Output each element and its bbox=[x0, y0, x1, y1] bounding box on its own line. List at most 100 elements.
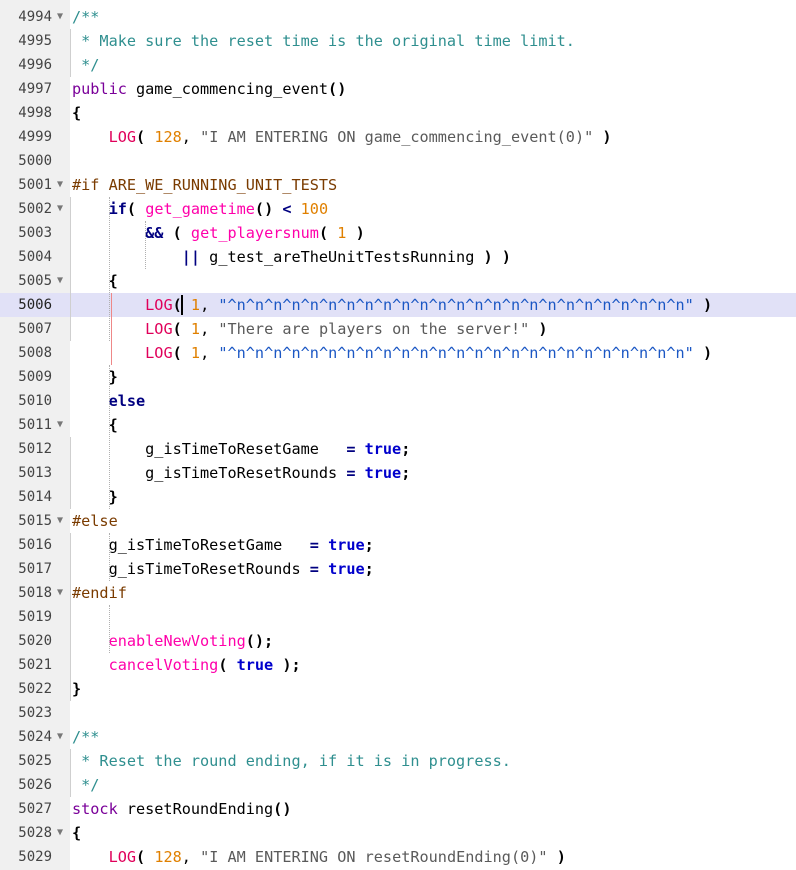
code-line[interactable]: 5026 */ bbox=[0, 773, 796, 797]
code-text: #if ARE_WE_RUNNING_UNIT_TESTS bbox=[72, 173, 337, 197]
fold-toggle-icon[interactable]: ▼ bbox=[54, 509, 66, 533]
fold-toggle-icon[interactable]: ▼ bbox=[54, 5, 66, 29]
code-line[interactable]: 5023 bbox=[0, 701, 796, 725]
code-line[interactable]: 5002 ▼ if( get_gametime() < 100 bbox=[0, 197, 796, 221]
code-line[interactable]: 5010 else bbox=[0, 389, 796, 413]
fold-toggle-icon[interactable]: ▼ bbox=[54, 581, 66, 605]
code-text: } bbox=[72, 485, 118, 509]
fold-toggle-icon[interactable]: ▼ bbox=[54, 413, 66, 437]
code-line[interactable]: 5025 * Reset the round ending, if it is … bbox=[0, 749, 796, 773]
code-line[interactable]: 5014 } bbox=[0, 485, 796, 509]
code-token: #else bbox=[72, 512, 118, 530]
line-number: 5024 bbox=[18, 729, 52, 745]
code-text: LOG( 1, "There are players on the server… bbox=[72, 317, 547, 341]
indent-guide bbox=[108, 365, 110, 509]
line-number: 5004 bbox=[18, 249, 52, 265]
fold-range-bar bbox=[70, 437, 71, 509]
code-text: #endif bbox=[72, 581, 127, 605]
code-line[interactable]: 5027 stock resetRoundEnding() bbox=[0, 797, 796, 821]
code-token: 1 bbox=[190, 296, 201, 314]
code-text: { bbox=[72, 821, 81, 845]
code-token: LOG bbox=[145, 296, 173, 314]
fold-toggle-icon[interactable]: ▼ bbox=[54, 197, 66, 221]
code-token: () bbox=[328, 80, 347, 98]
code-line[interactable]: 4997 public game_commencing_event() bbox=[0, 77, 796, 101]
indent-guide bbox=[108, 533, 110, 581]
code-token: stock bbox=[72, 800, 118, 818]
code-line[interactable]: 4999 LOG( 128, "I AM ENTERING ON game_co… bbox=[0, 125, 796, 149]
code-line[interactable]: 5020 enableNewVoting(); bbox=[0, 629, 796, 653]
code-line[interactable]: 5001 ▼ #if ARE_WE_RUNNING_UNIT_TESTS bbox=[0, 173, 796, 197]
code-line[interactable]: 5024 ▼ /** bbox=[0, 725, 796, 749]
code-token: && bbox=[145, 224, 164, 242]
code-token: #endif bbox=[72, 584, 127, 602]
code-token: LOG bbox=[145, 344, 173, 362]
code-token: g_isTimeToResetGame bbox=[72, 440, 347, 458]
fold-toggle-icon[interactable]: ▼ bbox=[54, 269, 66, 293]
code-text: g_isTimeToResetGame = true; bbox=[72, 437, 410, 461]
code-line[interactable]: 5008 LOG( 1, "^n^n^n^n^n^n^n^n^n^n^n^n^n… bbox=[0, 341, 796, 365]
code-line[interactable]: 5018 ▼ #endif bbox=[0, 581, 796, 605]
code-token: * Reset the round ending, if it is in pr… bbox=[72, 752, 511, 770]
code-token: { bbox=[108, 416, 118, 434]
code-token: */ bbox=[72, 56, 100, 74]
code-text: */ bbox=[72, 773, 99, 797]
code-line[interactable]: 5021 cancelVoting( true ); bbox=[0, 653, 796, 677]
code-token: ; bbox=[401, 464, 411, 482]
code-line[interactable]: 5016 g_isTimeToResetGame = true; bbox=[0, 533, 796, 557]
code-line[interactable]: 4996 */ bbox=[0, 53, 796, 77]
line-number: 4996 bbox=[18, 57, 52, 73]
code-text: && ( get_playersnum( 1 ) bbox=[72, 221, 365, 245]
line-number: 5003 bbox=[18, 225, 52, 241]
code-token: get_gametime bbox=[145, 200, 255, 218]
code-line[interactable]: 5011 ▼ { bbox=[0, 413, 796, 437]
line-number: 5021 bbox=[18, 657, 52, 673]
code-token: else bbox=[108, 392, 146, 410]
line-number: 5027 bbox=[18, 801, 52, 817]
code-token: "I AM ENTERING ON resetRoundEnding(0)" bbox=[200, 848, 548, 866]
code-line[interactable]: 5028 ▼ { bbox=[0, 821, 796, 845]
code-text: enableNewVoting(); bbox=[72, 629, 274, 653]
fold-range-bar bbox=[70, 749, 71, 797]
code-token: ( bbox=[172, 344, 182, 362]
code-line[interactable]: 5005 ▼ { bbox=[0, 269, 796, 293]
fold-toggle-icon[interactable]: ▼ bbox=[54, 173, 66, 197]
code-token: 100 bbox=[300, 200, 329, 218]
code-line[interactable]: 5000 bbox=[0, 149, 796, 173]
code-line[interactable]: 4998 { bbox=[0, 101, 796, 125]
code-token: */ bbox=[72, 776, 100, 794]
code-line[interactable]: 5007 LOG( 1, "There are players on the s… bbox=[0, 317, 796, 341]
code-line[interactable]: 5003 && ( get_playersnum( 1 ) bbox=[0, 221, 796, 245]
code-line[interactable]: 5012 g_isTimeToResetGame = true; bbox=[0, 437, 796, 461]
code-editor[interactable]: 4994 ▼/** 4995 * Make sure the reset time … bbox=[0, 0, 796, 870]
code-line[interactable]: 5022} bbox=[0, 677, 796, 701]
fold-toggle-icon[interactable]: ▼ bbox=[54, 821, 66, 845]
line-number: 4997 bbox=[18, 81, 52, 97]
code-text: cancelVoting( true ); bbox=[72, 653, 301, 677]
line-number: 5017 bbox=[18, 561, 52, 577]
code-line[interactable]: 4994 ▼ /** bbox=[0, 5, 796, 29]
current-code-line[interactable]: 5006 LOG( 1, "^n^n^n^n^n^n^n^n^n^n^n^n^n… bbox=[0, 293, 796, 317]
code-line[interactable]: 5015 ▼ #else bbox=[0, 509, 796, 533]
code-line[interactable]: 4995 * Make sure the reset time is the o… bbox=[0, 29, 796, 53]
code-line[interactable]: 5004 || g_test_areTheUnitTestsRunning ) … bbox=[0, 245, 796, 269]
indent-guide bbox=[145, 221, 147, 269]
line-number: 5002 bbox=[18, 201, 52, 217]
code-line[interactable]: 5017 g_isTimeToResetRounds = true; bbox=[0, 557, 796, 581]
code-token: ( bbox=[136, 848, 146, 866]
code-text: public game_commencing_event() bbox=[72, 77, 346, 101]
code-line[interactable]: 5019 bbox=[0, 605, 796, 629]
code-line[interactable]: 5013 g_isTimeToResetRounds = true; bbox=[0, 461, 796, 485]
fold-toggle-icon[interactable]: ▼ bbox=[54, 725, 66, 749]
code-line[interactable]: 5029 LOG( 128, "I AM ENTERING ON resetRo… bbox=[0, 845, 796, 869]
code-token: LOG bbox=[108, 128, 137, 146]
code-line[interactable]: 5009 } bbox=[0, 365, 796, 389]
